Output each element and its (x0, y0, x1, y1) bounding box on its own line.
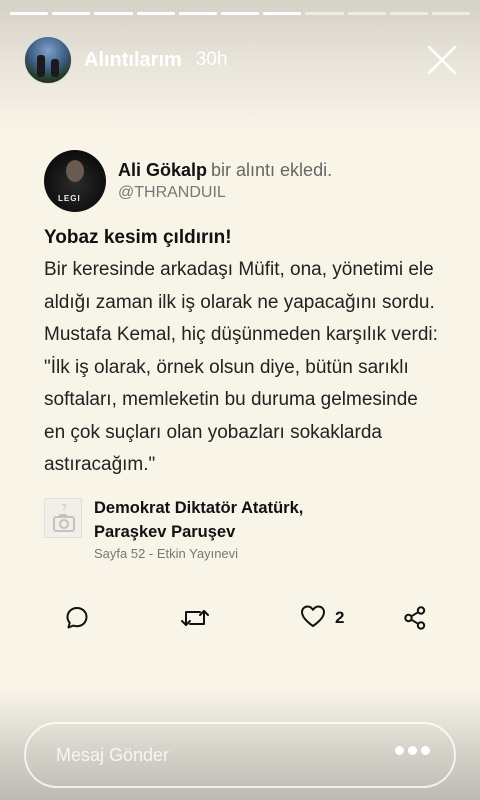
progress-segment (431, 12, 471, 15)
progress-segment (347, 12, 386, 15)
progress-segment (52, 12, 91, 15)
progress-segment (305, 12, 344, 15)
progress-segment (263, 12, 302, 15)
quote-card: LEGI Ali Gökalp bir alıntı ekledi. @THRAN… (44, 150, 444, 561)
message-input[interactable]: Mesaj Gönder (24, 722, 456, 788)
share-icon[interactable] (402, 604, 428, 632)
progress-segment (389, 12, 428, 15)
book-title[interactable]: Demokrat Diktatör Atatürk, (94, 496, 303, 520)
author-meta: Ali Gökalp bir alıntı ekledi. @THRANDUIL (118, 158, 332, 204)
book-reference[interactable]: ? Demokrat Diktatör Atatürk, Paraşkev Pa… (44, 496, 444, 561)
book-info: Demokrat Diktatör Atatürk, Paraşkev Paru… (94, 496, 303, 561)
story-avatar[interactable] (24, 36, 72, 84)
progress-segment (10, 12, 49, 15)
author-name[interactable]: Ali Gökalp (118, 160, 207, 180)
progress-segment (94, 12, 133, 15)
story-title[interactable]: Alıntılarım (84, 49, 182, 72)
book-thumb-placeholder: ? (62, 503, 67, 512)
message-placeholder: Mesaj Gönder (56, 744, 170, 765)
author-avatar[interactable]: LEGI (44, 150, 106, 212)
story-header: Alıntılarım 30h (24, 36, 464, 84)
author-handle[interactable]: @THRANDUIL (118, 182, 332, 204)
quote-text: Bir keresinde arkadaşı Müfit, ona, yönet… (44, 259, 438, 475)
comment-icon[interactable] (64, 604, 90, 632)
book-author[interactable]: Paraşkev Paruşev (94, 520, 303, 544)
close-icon[interactable] (424, 42, 460, 78)
camera-icon: ? (44, 497, 82, 538)
like-button[interactable]: 2 (299, 604, 344, 632)
story-progress-bar (10, 12, 471, 15)
action-bar: 2 (64, 604, 434, 634)
author-action: bir alıntı ekledi. (211, 160, 333, 180)
progress-segment (220, 12, 260, 15)
more-dots-icon[interactable] (395, 746, 430, 755)
story-time: 30h (195, 49, 228, 70)
quote-title: Yobaz kesim çıldırın! (44, 227, 232, 248)
like-count: 2 (335, 608, 345, 627)
progress-segment (178, 12, 217, 15)
progress-segment (136, 12, 175, 15)
heart-icon[interactable] (299, 603, 327, 634)
book-meta: Sayfa 52 - Etkin Yayınevi (94, 545, 239, 561)
author-row: LEGI Ali Gökalp bir alıntı ekledi. @THRAN… (44, 150, 444, 212)
repost-icon[interactable] (180, 604, 210, 632)
